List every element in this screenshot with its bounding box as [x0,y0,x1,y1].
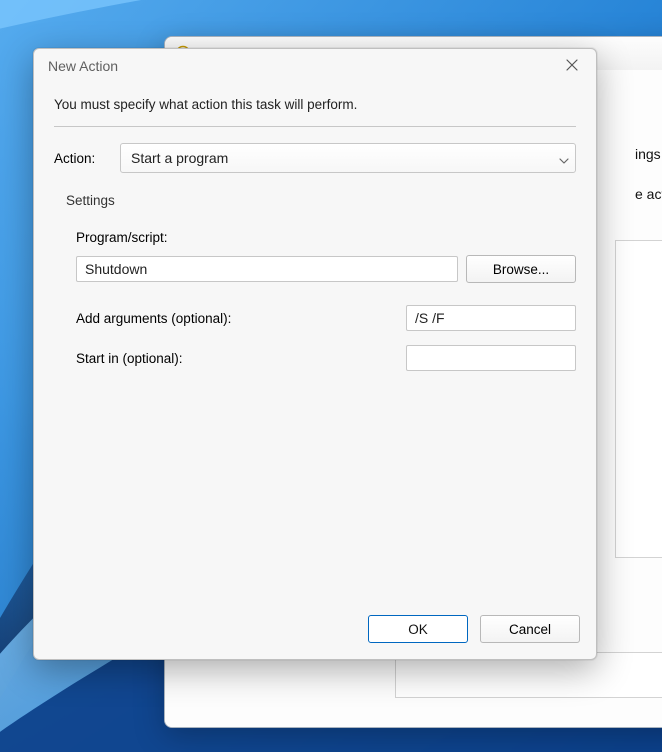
startin-label: Start in (optional): [76,351,183,366]
dialog-titlebar[interactable]: New Action [34,49,596,83]
bg-fragment-action: e action th [635,186,662,202]
dialog-title: New Action [48,58,118,74]
action-combobox[interactable]: Start a program [120,143,576,173]
close-icon [566,58,578,74]
bg-fragment-ings: ings [635,146,661,162]
arguments-label: Add arguments (optional): [76,311,231,326]
startin-input[interactable] [406,345,576,371]
program-input[interactable] [76,256,458,282]
arguments-input[interactable] [406,305,576,331]
action-selected-value: Start a program [131,150,228,166]
settings-heading: Settings [66,193,576,208]
program-label: Program/script: [76,230,576,245]
close-button[interactable] [558,52,586,80]
ok-button[interactable]: OK [368,615,468,643]
separator [54,126,576,127]
bg-inner-panel [615,240,662,558]
new-action-dialog: New Action You must specify what action … [33,48,597,660]
browse-button[interactable]: Browse... [466,255,576,283]
chevron-down-icon [559,153,569,163]
action-label: Action: [54,151,108,166]
dialog-intro-text: You must specify what action this task w… [54,97,576,112]
cancel-button[interactable]: Cancel [480,615,580,643]
